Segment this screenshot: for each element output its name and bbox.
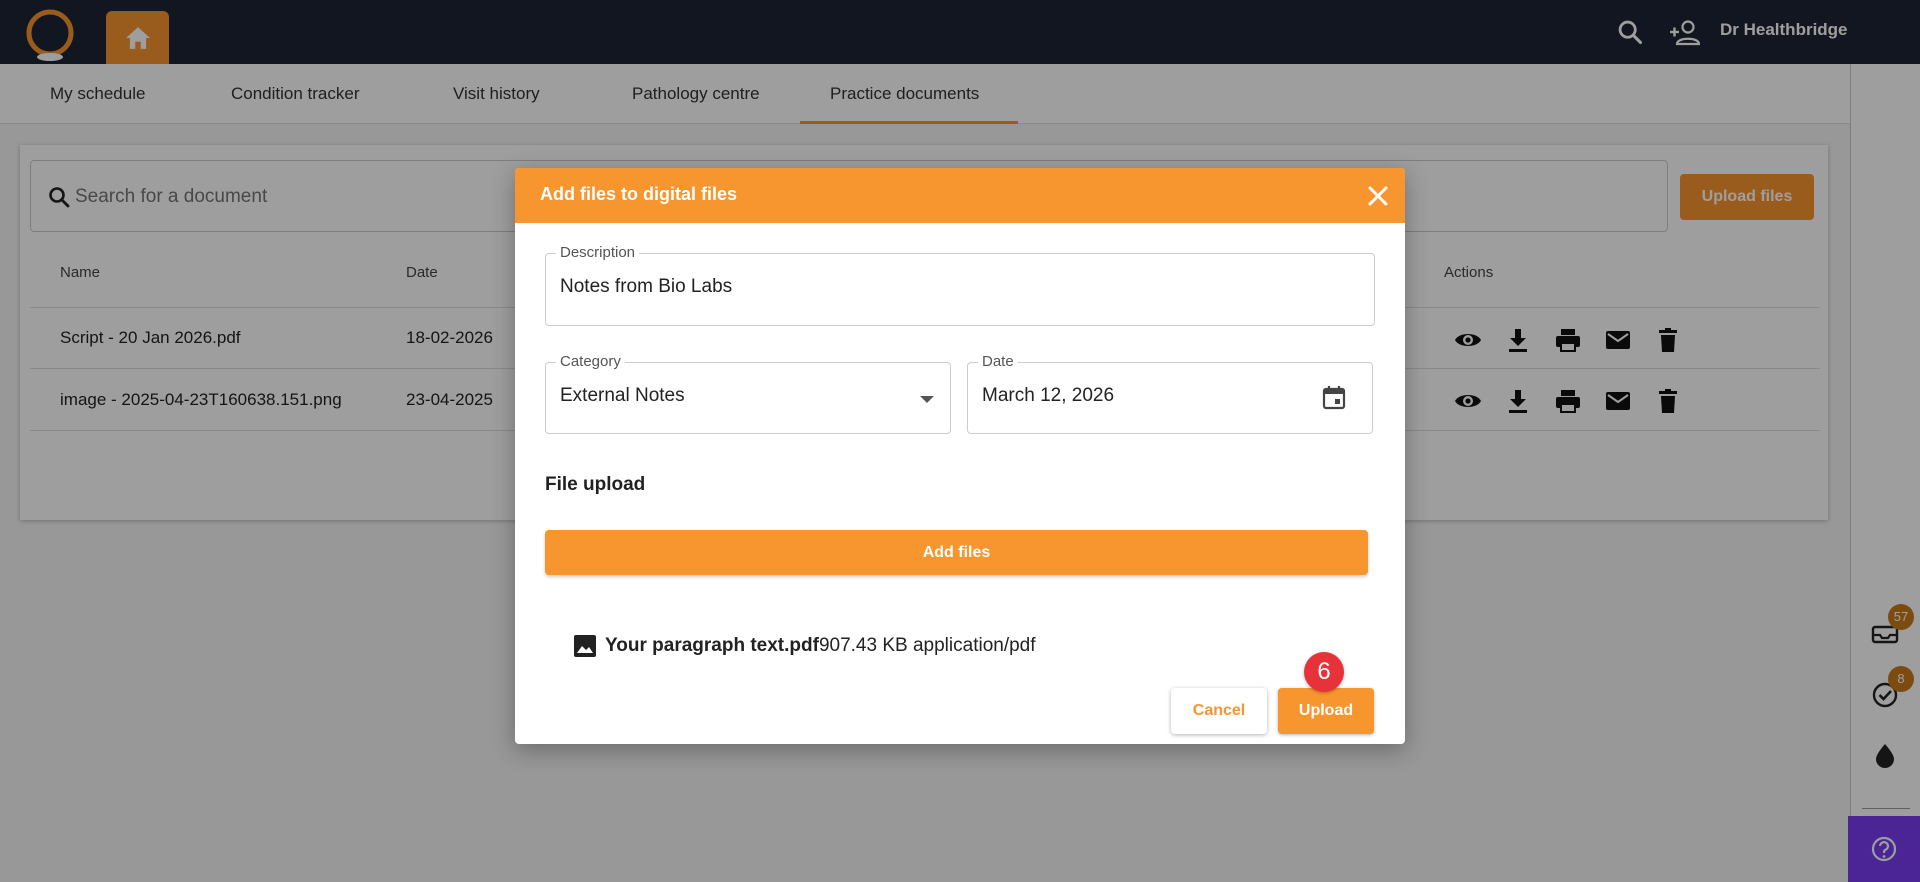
category-label: Category — [556, 353, 625, 370]
close-icon[interactable] — [1365, 183, 1391, 209]
file-upload-title: File upload — [545, 474, 646, 495]
image-file-icon — [574, 635, 596, 657]
file-name: Your paragraph text.pdf — [605, 635, 819, 656]
description-label: Description — [556, 244, 640, 261]
file-size: 907.43 KB — [818, 635, 908, 656]
calendar-icon[interactable] — [1320, 383, 1348, 411]
upload-button[interactable]: Upload — [1278, 688, 1374, 734]
date-field[interactable]: Date March 12, 2026 — [967, 353, 1373, 434]
dialog-title: Add files to digital files — [540, 184, 738, 204]
file-type: application/pdf — [912, 635, 1036, 656]
add-files-dialog: Add files to digital files Description N… — [515, 168, 1405, 744]
description-field[interactable]: Description Notes from Bio Labs — [545, 244, 1375, 326]
step-marker-badge: 6 — [1304, 652, 1344, 692]
uploaded-file-item: Your paragraph text.pdf 907.43 KB applica… — [573, 634, 1036, 658]
dialog-header: Add files to digital files — [515, 168, 1405, 223]
date-label: Date — [978, 353, 1018, 370]
description-value: Notes from Bio Labs — [560, 276, 733, 297]
category-select[interactable]: Category External Notes — [545, 353, 951, 434]
chevron-down-icon — [920, 396, 934, 403]
cancel-button[interactable]: Cancel — [1171, 688, 1267, 734]
category-value: External Notes — [560, 385, 685, 406]
date-value: March 12, 2026 — [982, 385, 1115, 406]
add-files-button[interactable]: Add files — [545, 530, 1368, 575]
